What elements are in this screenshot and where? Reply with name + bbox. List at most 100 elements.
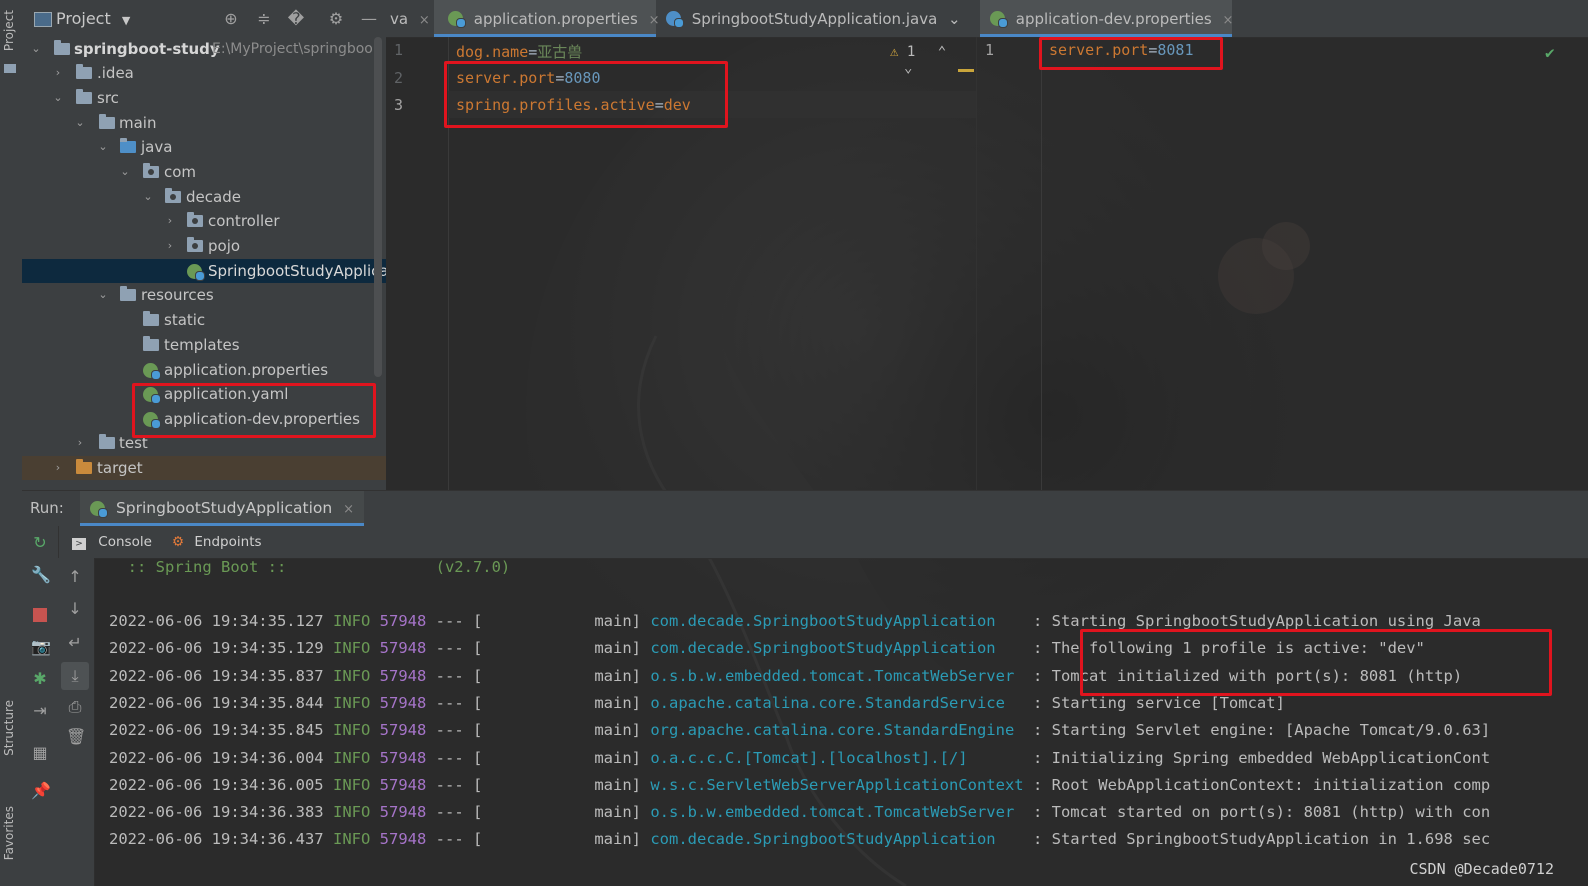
log-pid: 57948 [379,803,427,822]
close-icon[interactable]: × [419,13,430,28]
tree-item-decade[interactable]: ⌄ decade [22,185,386,209]
log-pid: 57948 [379,639,427,658]
editor-application-dev-properties[interactable]: 1 server.port=8081 ✔ [976,37,1588,490]
log-message: : Starting SpringbootStudyApplication us… [1023,612,1481,630]
project-tool-tab[interactable]: Project [2,10,16,51]
log-timestamp: 2022-06-06 19:34:36.383 [109,803,324,822]
arrow-down-icon[interactable]: ↓ [66,600,84,618]
layout-icon[interactable]: ▦ [31,744,49,762]
tree-item-springboot-study-application[interactable]: SpringbootStudyApplica [22,259,386,283]
package-icon [187,237,203,252]
tree-item-label: .idea [97,64,134,82]
tab-console[interactable]: > Console [72,526,152,558]
properties-file-icon [990,11,1008,28]
project-view-selector[interactable]: Project ▼ [56,9,130,28]
run-panel-header: Run: SpringbootStudyApplication × [22,490,1588,527]
tree-item-target[interactable]: › target [22,456,386,480]
log-pid: 57948 [379,775,427,794]
collapse-all-icon[interactable]: � [287,10,305,28]
tab-application-properties[interactable]: application.properties × [434,0,660,37]
tree-item-templates[interactable]: templates [22,333,386,357]
tree-item-label: decade [186,188,241,206]
line-number: 3 [394,96,404,114]
log-timestamp: 2022-06-06 19:34:36.005 [109,775,324,794]
project-tree-scrollbar[interactable] [374,37,382,377]
log-separator: --- [ [435,693,483,712]
arrow-up-icon[interactable]: ↑ [66,568,84,586]
run-toolbar-primary: ↻ 🔧 📷 ✱ ⇥ ▦ 📌 [22,526,59,886]
tree-item-label: SpringbootStudyApplica [208,262,386,280]
run-subtabs: > Console ⚙ Endpoints [58,526,1588,559]
crosshair-icon[interactable]: ⊕ [222,10,240,28]
tab-label: Console [98,534,152,550]
log-logger: o.apache.catalina.core.StandardService [650,693,1024,712]
properties-file-icon [143,363,161,380]
chevron-down-icon: ⌄ [75,116,85,129]
tree-item-static[interactable]: static [22,308,386,332]
console-output[interactable]: :: Spring Boot :: (v2.7.0) 2022-06-06 19… [94,558,1588,886]
log-thread: main] [491,775,641,794]
code-line-1: dog.name=亚古兽 [456,41,582,62]
tree-item-src[interactable]: ⌄ src [22,86,386,110]
log-level: INFO [332,775,371,794]
print-icon[interactable]: ⎙ [66,698,84,716]
stop-icon[interactable] [33,608,47,622]
tree-item-main[interactable]: ⌄ main [22,111,386,135]
log-thread: main] [491,612,641,630]
property-key: dog.name [456,43,529,61]
favorites-tool-tab[interactable]: Favorites [2,806,16,860]
tab-application-dev-properties[interactable]: application-dev.properties × [980,0,1234,37]
tab-overflow-chevron[interactable]: ⌄ [948,0,961,37]
warning-stripe-marker[interactable] [958,69,974,72]
tab-label: va [390,10,409,28]
scroll-to-end-icon[interactable]: ⤓ [61,662,89,690]
camera-icon[interactable]: 📷 [31,638,51,656]
gear-icon[interactable]: ⚙ [327,10,345,28]
wrench-icon[interactable]: 🔧 [31,566,51,584]
project-tab-icon [4,64,16,73]
tab-springboot-study-application-java[interactable]: SpringbootStudyApplication.java [666,0,937,37]
tab-label: SpringbootStudyApplication.java [691,10,938,28]
warning-count: 1 [906,44,916,60]
spring-boot-run-icon [90,501,108,518]
expand-all-icon[interactable]: ≑ [255,10,273,28]
exit-icon[interactable]: ⇥ [31,702,49,720]
log-timestamp: 2022-06-06 19:34:35.127 [109,612,324,630]
highlight-box-port-profile [444,61,728,128]
close-icon[interactable]: × [649,13,660,28]
debug-icon[interactable]: ✱ [31,670,49,688]
editor-tabs-right: application-dev.properties × [976,0,1588,38]
pin-icon[interactable]: 📌 [31,782,51,800]
left-tool-strip: Project Structure Favorites [0,0,23,886]
tab-endpoints[interactable]: ⚙ Endpoints [172,526,262,558]
tree-item-com[interactable]: ⌄ com [22,160,386,184]
minimize-icon[interactable]: — [360,10,378,28]
log-level: INFO [332,693,371,712]
tree-item-idea[interactable]: › .idea [22,61,386,85]
chevron-up-icon[interactable]: ⌃ [938,44,946,60]
chevron-down-icon: ⌄ [31,42,41,55]
editor-application-properties[interactable]: 1 2 3 dog.name=亚古兽 server.port=8080 spri… [386,37,976,490]
tab-partial[interactable]: va × [390,0,430,37]
trash-icon[interactable]: 🗑 [66,728,86,746]
close-icon[interactable]: × [1223,13,1234,28]
log-level: INFO [332,830,371,849]
soft-wrap-icon[interactable]: ↵ [66,634,84,652]
tree-item-application-properties[interactable]: application.properties [22,358,386,382]
line-number: 1 [394,41,404,59]
chevron-down-icon[interactable]: ⌄ [904,60,912,76]
log-line: 2022-06-06 19:34:36.005 INFO 57948 --- [… [109,776,1490,794]
tree-item-resources[interactable]: ⌄ resources [22,283,386,307]
log-logger: o.s.b.w.embedded.tomcat.TomcatWebServer [650,803,1024,822]
tree-item-pojo[interactable]: › pojo [22,234,386,258]
tree-item-controller[interactable]: › controller [22,209,386,233]
structure-tool-tab[interactable]: Structure [2,700,16,756]
close-icon[interactable]: × [343,502,354,517]
log-thread: main] [491,803,641,822]
highlight-box-dev-port [1039,37,1223,70]
tree-item-java[interactable]: ⌄ java [22,135,386,159]
rerun-icon[interactable]: ↻ [31,534,49,552]
run-config-tab[interactable]: SpringbootStudyApplication × [80,491,365,526]
tree-root[interactable]: ⌄ springboot-study E:\MyProject\springbo… [22,37,386,61]
log-pid: 57948 [379,612,427,630]
